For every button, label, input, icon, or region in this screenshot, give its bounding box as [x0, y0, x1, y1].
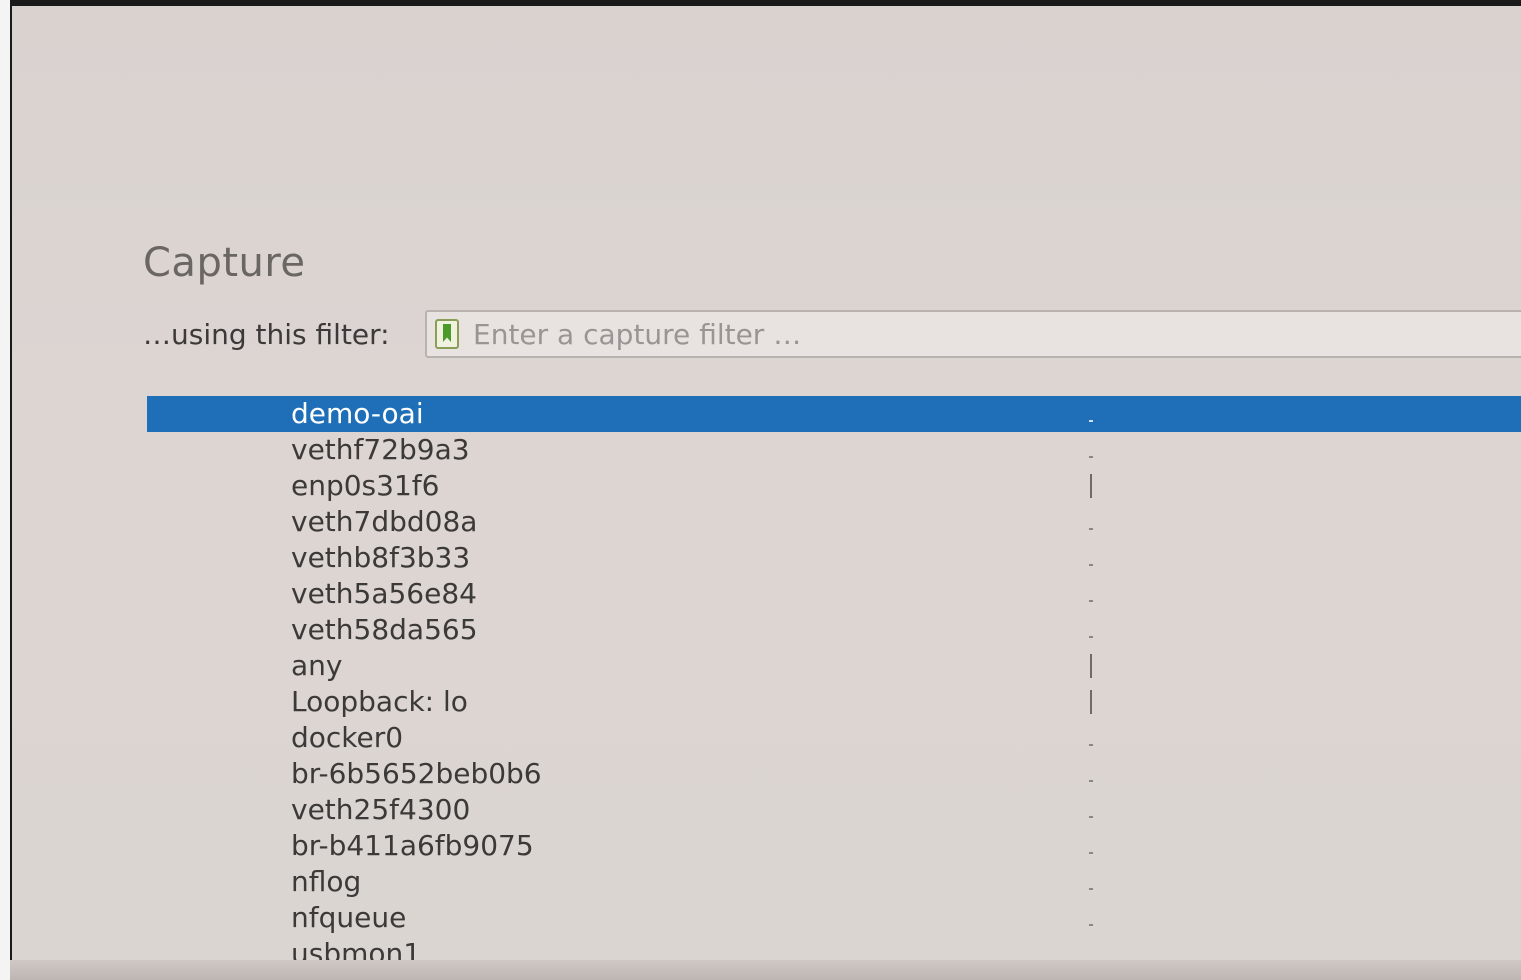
interface-name: any: [291, 649, 343, 682]
interface-row[interactable]: nfqueue: [147, 900, 1521, 936]
capture-filter-field[interactable]: [425, 310, 1521, 358]
sparkline-mark: [1089, 456, 1093, 458]
capture-filter-label: …using this filter:: [143, 318, 390, 351]
sparkline-mark: [1089, 852, 1093, 854]
screen-top-edge: [10, 0, 1521, 6]
interface-name: veth58da565: [291, 613, 478, 646]
interface-traffic-sparkline: [1085, 688, 1097, 716]
sparkline-mark: [1090, 654, 1092, 678]
screen-left-edge: [10, 0, 12, 980]
interface-row[interactable]: veth25f4300: [147, 792, 1521, 828]
capture-section-title: Capture: [143, 240, 306, 286]
interface-row[interactable]: Loopback: lo: [147, 684, 1521, 720]
interface-traffic-sparkline: [1085, 832, 1097, 860]
sparkline-mark: [1089, 924, 1093, 926]
interface-list[interactable]: demo-oai vethf72b9a3 enp0s31f6 veth7dbd08a v…: [147, 396, 1521, 972]
capture-screen: Capture …using this filter: demo-oaiveth…: [0, 0, 1521, 980]
interface-name: docker0: [291, 721, 404, 754]
capture-filter-input[interactable]: [473, 316, 1521, 352]
interface-row[interactable]: any: [147, 648, 1521, 684]
interface-name: Loopback: lo: [291, 685, 468, 718]
interface-row[interactable]: br-6b5652beb0b6: [147, 756, 1521, 792]
interface-row[interactable]: veth7dbd08a: [147, 504, 1521, 540]
interface-traffic-sparkline: [1085, 760, 1097, 788]
interface-name: veth5a56e84: [291, 577, 477, 610]
interface-name: nfqueue: [291, 901, 407, 934]
sparkline-mark: [1089, 564, 1093, 566]
sparkline-mark: [1089, 420, 1093, 422]
interface-row[interactable]: veth5a56e84: [147, 576, 1521, 612]
interface-name: enp0s31f6: [291, 469, 440, 502]
interface-traffic-sparkline: [1085, 904, 1097, 932]
interface-row[interactable]: nflog: [147, 864, 1521, 900]
interface-name: nflog: [291, 865, 362, 898]
interface-name: vethf72b9a3: [291, 433, 470, 466]
interface-name: br-b411a6fb9075: [291, 829, 534, 862]
sparkline-mark: [1089, 528, 1093, 530]
bookmark-icon[interactable]: [435, 319, 459, 349]
interface-traffic-sparkline: [1085, 616, 1097, 644]
sparkline-mark: [1089, 816, 1093, 818]
interface-traffic-sparkline: [1085, 580, 1097, 608]
interface-traffic-sparkline: [1085, 472, 1097, 500]
sparkline-mark: [1089, 600, 1093, 602]
sparkline-mark: [1090, 690, 1092, 714]
interface-traffic-sparkline: [1085, 544, 1097, 572]
interface-name: br-6b5652beb0b6: [291, 757, 542, 790]
sparkline-mark: [1089, 744, 1093, 746]
interface-traffic-sparkline: [1085, 724, 1097, 752]
interface-row[interactable]: vethb8f3b33: [147, 540, 1521, 576]
interface-traffic-sparkline: [1085, 436, 1097, 464]
interface-traffic-sparkline: [1085, 652, 1097, 680]
interface-row[interactable]: docker0: [147, 720, 1521, 756]
interface-traffic-sparkline: [1085, 400, 1097, 428]
interface-row[interactable]: veth58da565: [147, 612, 1521, 648]
interface-name: demo-oai: [291, 397, 424, 430]
interface-name: veth25f4300: [291, 793, 471, 826]
interface-traffic-sparkline: [1085, 868, 1097, 896]
interface-row[interactable]: demo-oai: [147, 396, 1521, 432]
sparkline-mark: [1089, 636, 1093, 638]
interface-row[interactable]: enp0s31f6: [147, 468, 1521, 504]
interface-row[interactable]: vethf72b9a3: [147, 432, 1521, 468]
interface-row[interactable]: br-b411a6fb9075: [147, 828, 1521, 864]
screen-bottom-edge: [10, 960, 1521, 980]
interface-traffic-sparkline: [1085, 796, 1097, 824]
sparkline-mark: [1089, 780, 1093, 782]
sparkline-mark: [1090, 474, 1092, 498]
interface-name: vethb8f3b33: [291, 541, 471, 574]
interface-traffic-sparkline: [1085, 508, 1097, 536]
interface-name: veth7dbd08a: [291, 505, 478, 538]
sparkline-mark: [1089, 888, 1093, 890]
